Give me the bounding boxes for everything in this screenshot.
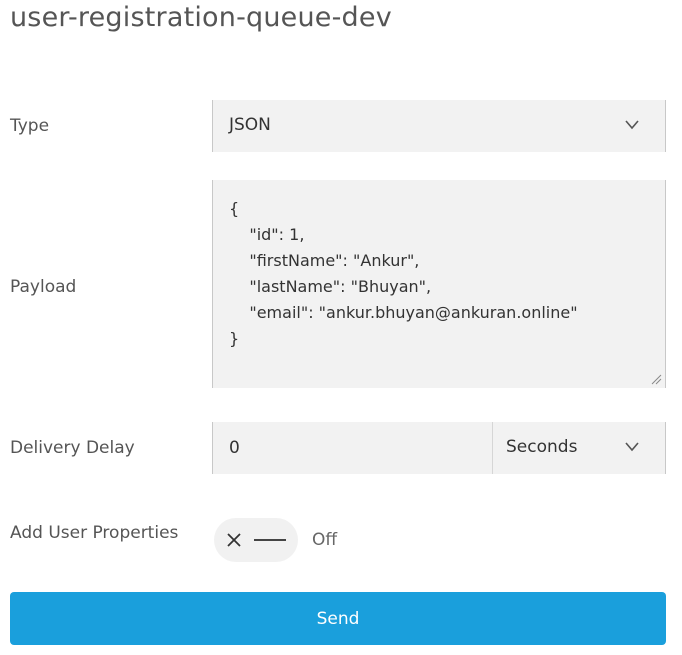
user-properties-toggle[interactable]	[214, 518, 298, 562]
delivery-delay-unit-select[interactable]: Seconds	[492, 422, 666, 474]
type-select[interactable]: JSON	[212, 100, 666, 152]
type-select-value: JSON	[229, 115, 271, 135]
page-title: user-registration-queue-dev	[10, 2, 392, 33]
toggle-state-text: Off	[312, 530, 338, 550]
resize-handle-icon[interactable]	[650, 373, 662, 385]
type-label: Type	[10, 116, 50, 136]
close-icon	[227, 533, 241, 547]
payload-label: Payload	[10, 277, 77, 297]
chevron-down-icon	[625, 442, 639, 452]
delivery-delay-input[interactable]: 0	[212, 422, 493, 474]
send-button[interactable]: Send	[10, 592, 666, 645]
delivery-delay-value: 0	[229, 438, 240, 458]
delivery-delay-label: Delivery Delay	[10, 438, 135, 458]
user-properties-label: Add User Properties	[10, 523, 179, 543]
chevron-down-icon	[625, 120, 639, 130]
payload-text: { "id": 1, "firstName": "Ankur", "lastNa…	[229, 199, 578, 348]
toggle-track	[254, 539, 286, 541]
send-message-panel: user-registration-queue-dev Type JSON Pa…	[0, 0, 682, 655]
delivery-delay-unit-value: Seconds	[506, 437, 578, 457]
payload-textarea[interactable]: { "id": 1, "firstName": "Ankur", "lastNa…	[212, 180, 666, 388]
